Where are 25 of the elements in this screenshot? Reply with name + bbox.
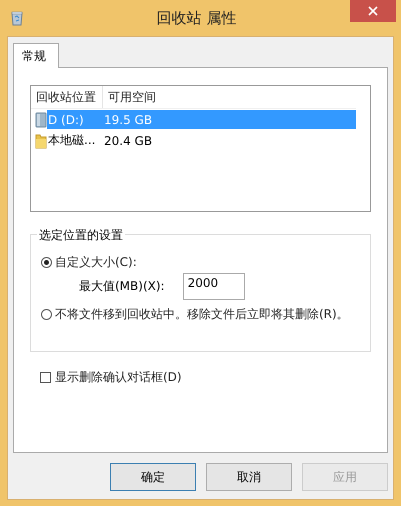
free-space: 20.4 GB [104,134,152,148]
recycle-bin-icon [11,10,23,26]
dialog-button[interactable]: 确定 [110,463,196,491]
option-label: 不将文件移到回收站中。移除文件后立即将其删除(R)。 [55,306,349,322]
location-name: D (D:) [48,112,85,126]
radio-button[interactable] [41,308,52,320]
group-label: 选定位置的设置 [37,227,125,244]
location-name: 本地磁... [48,132,96,149]
drive-icon [35,112,47,128]
column-header[interactable]: 回收站位置 [31,86,103,108]
size-field[interactable]: 2000 [182,273,245,300]
tab[interactable]: 常规 [13,43,59,68]
list-row[interactable]: 本地磁... 20.4 GB [47,131,356,150]
field-label: 最大值(MB)(X): [79,278,165,295]
close-button[interactable] [350,0,396,22]
folder-icon [35,132,47,148]
free-space: 19.5 GB [104,112,152,126]
window-title: 回收站 属性 [156,8,238,28]
column-header[interactable]: 可用空间 [103,86,156,108]
dialog-button[interactable]: 取消 [206,463,292,491]
checkbox-label: 显示删除确认对话框(D) [55,369,182,386]
close-icon [368,6,378,16]
checkbox[interactable] [40,372,51,383]
option-label: 自定义大小(C): [55,254,137,270]
radio-button[interactable] [41,256,52,268]
